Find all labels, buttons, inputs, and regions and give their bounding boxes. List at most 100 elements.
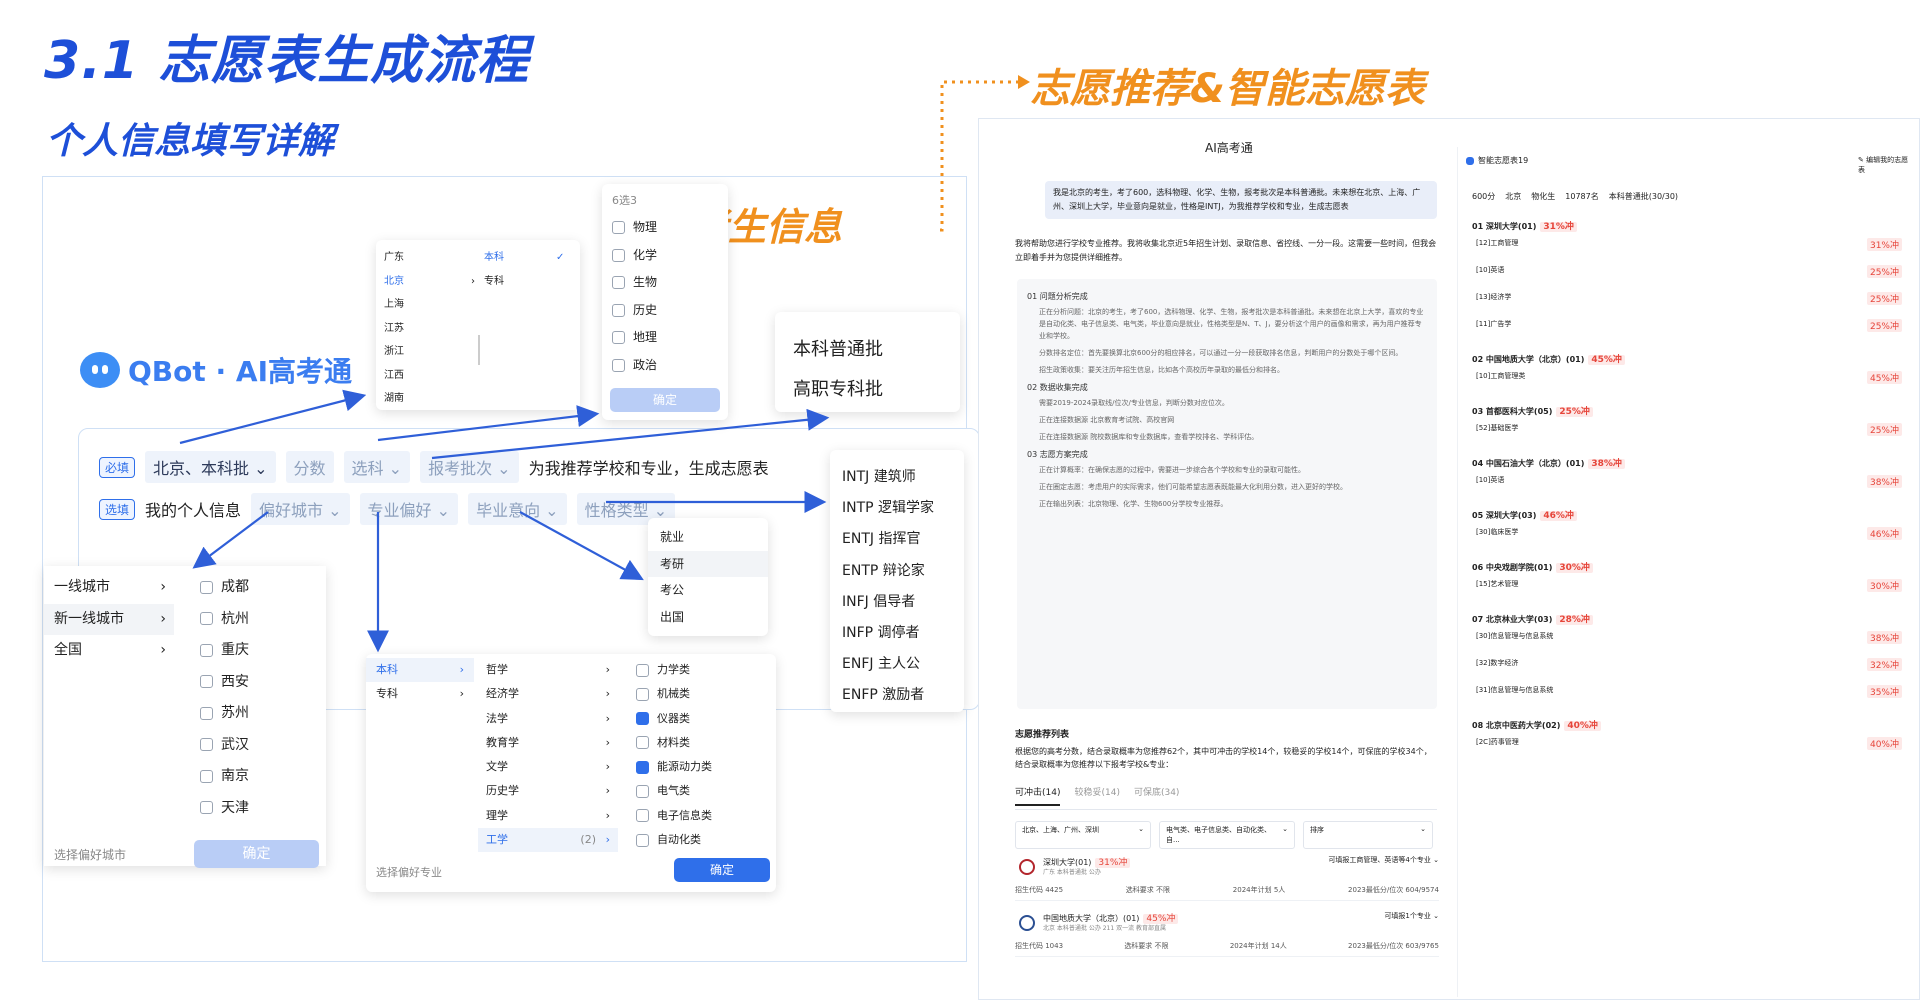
city-confirm-button[interactable]: 确定	[194, 840, 319, 868]
volunteer-school-name: 07 北京林业大学(03)	[1472, 615, 1553, 624]
school-card[interactable]: 中国地质大学（北京）(01) 45%冲 北京 本科普通批 公办 211 双一流 教育…	[1015, 905, 1439, 957]
probability-badge: 46%冲	[1540, 511, 1577, 521]
volunteer-major-row[interactable]: [11]广告学 25%冲	[1476, 319, 1902, 346]
volunteer-major-row[interactable]: [30]临床医学 46%冲	[1476, 527, 1902, 554]
probability-badge: 25%冲	[1866, 265, 1902, 278]
step-title[interactable]: 01 问题分析完成	[1027, 291, 1427, 302]
probability-badge: 32%冲	[1866, 658, 1902, 671]
edit-table-link[interactable]: ✎ 编辑我的志愿表	[1858, 155, 1915, 175]
filter-select[interactable]: 北京、上海、广州、深圳 ⌄	[1015, 821, 1151, 849]
checkbox[interactable]	[636, 833, 649, 847]
major-count-button[interactable]: 可填报工商管理、英语等4个专业 ⌄	[1328, 855, 1439, 865]
volunteer-major-name: [52]基础医学	[1476, 424, 1519, 432]
checkbox[interactable]	[636, 760, 649, 774]
filter-label: 排序	[1310, 826, 1324, 834]
major-sub-option[interactable]: 材料类	[636, 731, 712, 755]
volunteer-school-row[interactable]: 01 深圳大学(01) 31%冲	[1472, 219, 1902, 232]
major-category-item[interactable]: 历史学 ›	[478, 779, 618, 803]
city-option[interactable]: 南京	[200, 761, 249, 793]
filter-label: 电气类、电子信息类、自动化类、自...	[1166, 826, 1271, 844]
major-category-item[interactable]: 教育学 ›	[478, 731, 618, 755]
city-label: 武汉	[221, 736, 249, 753]
volunteer-major-row[interactable]: [10]英语 38%冲	[1476, 475, 1902, 502]
rec-tab[interactable]: 可保底(34)	[1134, 785, 1179, 806]
step-line: 正在分析问题：北京的考生，考了600，选科物理、化学、生物，报考批次是本科普通批…	[1039, 308, 1424, 340]
checkbox[interactable]	[636, 784, 649, 798]
volunteer-major-row[interactable]: [10]英语 25%冲	[1476, 265, 1902, 292]
ai-result-panel: AI高考通 我是北京的考生，考了600，选科物理、化学、生物，报考批次是本科普通…	[978, 118, 1920, 1000]
volunteer-school-row[interactable]: 03 首都医科大学(05) 25%冲	[1472, 404, 1902, 417]
major-sub-option[interactable]: 能源动力类	[636, 755, 712, 779]
volunteer-school-name: 01 深圳大学(01)	[1472, 222, 1537, 231]
major-sub-option[interactable]: 自动化类	[636, 828, 712, 852]
school-card[interactable]: 深圳大学(01) 31%冲 广东 本科普通批 公办 可填报工商管理、英语等4个专业 ⌄…	[1015, 849, 1439, 901]
volunteer-major-row[interactable]: [10]工商管理类 45%冲	[1476, 371, 1902, 398]
checkbox[interactable]	[636, 809, 649, 823]
checkbox[interactable]	[200, 706, 213, 720]
volunteer-school-name: 04 中国石油大学（北京）(01)	[1472, 459, 1585, 468]
volunteer-school-row[interactable]: 05 深圳大学(03) 46%冲	[1472, 508, 1902, 521]
major-category-label: 工学	[486, 833, 508, 847]
volunteer-major-row[interactable]: [30]信息管理与信息系统 38%冲	[1476, 631, 1902, 658]
probability-badge: 25%冲	[1866, 423, 1902, 436]
probability-badge: 30%冲	[1866, 579, 1902, 592]
volunteer-major-row[interactable]: [31]信息管理与信息系统 35%冲	[1476, 685, 1902, 712]
volunteer-major-name: [2C]药事管理	[1476, 738, 1519, 746]
checkbox[interactable]	[200, 769, 213, 783]
volunteer-major-row[interactable]: [52]基础医学 25%冲	[1476, 423, 1902, 450]
volunteer-major-row[interactable]: [2C]药事管理 40%冲	[1476, 737, 1902, 764]
volunteer-major-row[interactable]: [12]工商管理 31%冲	[1476, 238, 1902, 265]
probability-badge: 35%冲	[1866, 685, 1902, 698]
probability-badge: 40%冲	[1564, 721, 1601, 731]
city-label: 南京	[221, 768, 249, 784]
probability-badge: 40%冲	[1866, 737, 1902, 750]
major-category-item[interactable]: 文学 ›	[478, 755, 618, 779]
flow-arrows	[179, 389, 830, 653]
school-stat: 招生代码 4425	[1015, 886, 1064, 894]
filter-select[interactable]: 排序 ⌄	[1303, 821, 1433, 849]
step-title[interactable]: 03 志愿方案完成	[1027, 449, 1427, 460]
major-category-item[interactable]: 工学 › (2)	[478, 828, 618, 853]
volunteer-school-row[interactable]: 07 北京林业大学(03) 28%冲	[1472, 612, 1902, 625]
major-category-item[interactable]: 法学 ›	[478, 707, 618, 731]
major-sub-option[interactable]: 仪器类	[636, 707, 712, 731]
rec-tab[interactable]: 可冲击(14)	[1015, 785, 1061, 806]
tab-divider	[1015, 809, 1437, 810]
school-meta: 北京 本科普通批 公办 211 双一流 教育部直属	[1043, 925, 1166, 932]
probability-badge: 38%冲	[1866, 475, 1902, 488]
major-count-button[interactable]: 可填报1个专业 ⌄	[1384, 911, 1439, 921]
volunteer-major-row[interactable]: [15]艺术管理 30%冲	[1476, 579, 1902, 606]
school-meta: 广东 本科普通批 公办	[1043, 869, 1101, 876]
city-option[interactable]: 武汉	[200, 730, 249, 762]
major-category-item[interactable]: 理学 ›	[478, 804, 618, 828]
checkbox[interactable]	[636, 736, 649, 750]
major-category-label: 教育学	[486, 735, 519, 749]
city-label: 天津	[221, 799, 249, 816]
major-sub-label: 材料类	[657, 735, 690, 749]
school-emblem-icon	[1019, 859, 1035, 875]
chevron-right-icon: ›	[605, 711, 610, 725]
rec-tab[interactable]: 较稳妥(14)	[1074, 785, 1119, 806]
city-option[interactable]: 苏州	[200, 698, 249, 730]
major-sub-option[interactable]: 电子信息类	[636, 804, 712, 828]
volunteer-school-row[interactable]: 02 中国地质大学（北京）(01) 45%冲	[1472, 352, 1902, 365]
checkbox[interactable]	[200, 801, 213, 814]
major-confirm-button[interactable]: 确定	[674, 858, 770, 882]
checkbox[interactable]	[636, 712, 649, 726]
school-stat: 招生代码 1043	[1015, 942, 1064, 950]
probability-badge: 31%冲	[1540, 222, 1577, 232]
chevron-down-icon: ⌄	[1430, 912, 1439, 920]
volunteer-major-row[interactable]: [13]经济学 25%冲	[1476, 292, 1902, 319]
volunteer-major-row[interactable]: [32]数字经济 32%冲	[1476, 658, 1902, 685]
step-title[interactable]: 02 数据收集完成	[1027, 382, 1427, 393]
major-category-label: 理学	[486, 808, 508, 822]
volunteer-school-row[interactable]: 06 中央戏剧学院(01) 30%冲	[1472, 560, 1902, 573]
probability-badge: 25%冲	[1866, 292, 1902, 305]
city-option[interactable]: 天津	[200, 793, 249, 825]
major-sub-option[interactable]: 电气类	[636, 779, 712, 803]
filter-select[interactable]: 电气类、电子信息类、自动化类、自... ⌄	[1159, 821, 1295, 849]
school-stat: 2024年计划 5人	[1232, 886, 1286, 894]
checkbox[interactable]	[200, 738, 213, 751]
volunteer-school-row[interactable]: 08 北京中医药大学(02) 40%冲	[1472, 718, 1902, 731]
volunteer-school-row[interactable]: 04 中国石油大学（北京）(01) 38%冲	[1472, 456, 1902, 469]
